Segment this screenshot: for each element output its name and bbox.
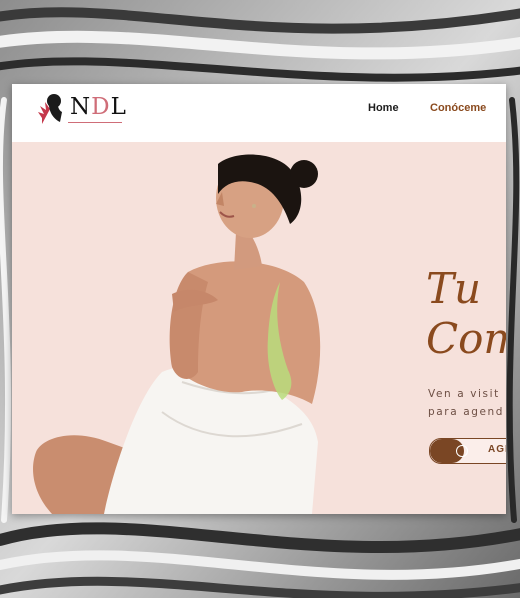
nav-link-conoceme[interactable]: Conóceme: [430, 102, 486, 114]
logo-underline: [68, 122, 122, 123]
logo-wordmark: NDL: [70, 94, 127, 120]
hero-headline-line1: Tu: [426, 264, 482, 313]
website-viewport: NDL Home Conóceme Tu Com Ven a visit par…: [12, 84, 506, 514]
nav-link-home[interactable]: Home: [368, 102, 399, 114]
hero-section: Tu Com Ven a visit para agend AGI: [12, 142, 506, 514]
agendar-cita-button[interactable]: AGI: [429, 438, 506, 464]
whatsapp-icon: [456, 445, 468, 457]
hero-subtitle-line2: para agend: [428, 406, 505, 418]
hero-subtitle-line1: Ven a visit: [428, 388, 500, 400]
hero-headline-line2: Com: [426, 314, 506, 363]
hero-woman-photo: [33, 154, 321, 514]
top-navigation-bar: NDL Home Conóceme: [12, 84, 506, 142]
brand-logo[interactable]: NDL: [36, 88, 126, 128]
woman-silhouette-logo-icon: [38, 94, 62, 124]
cta-label: AGI: [488, 444, 506, 455]
